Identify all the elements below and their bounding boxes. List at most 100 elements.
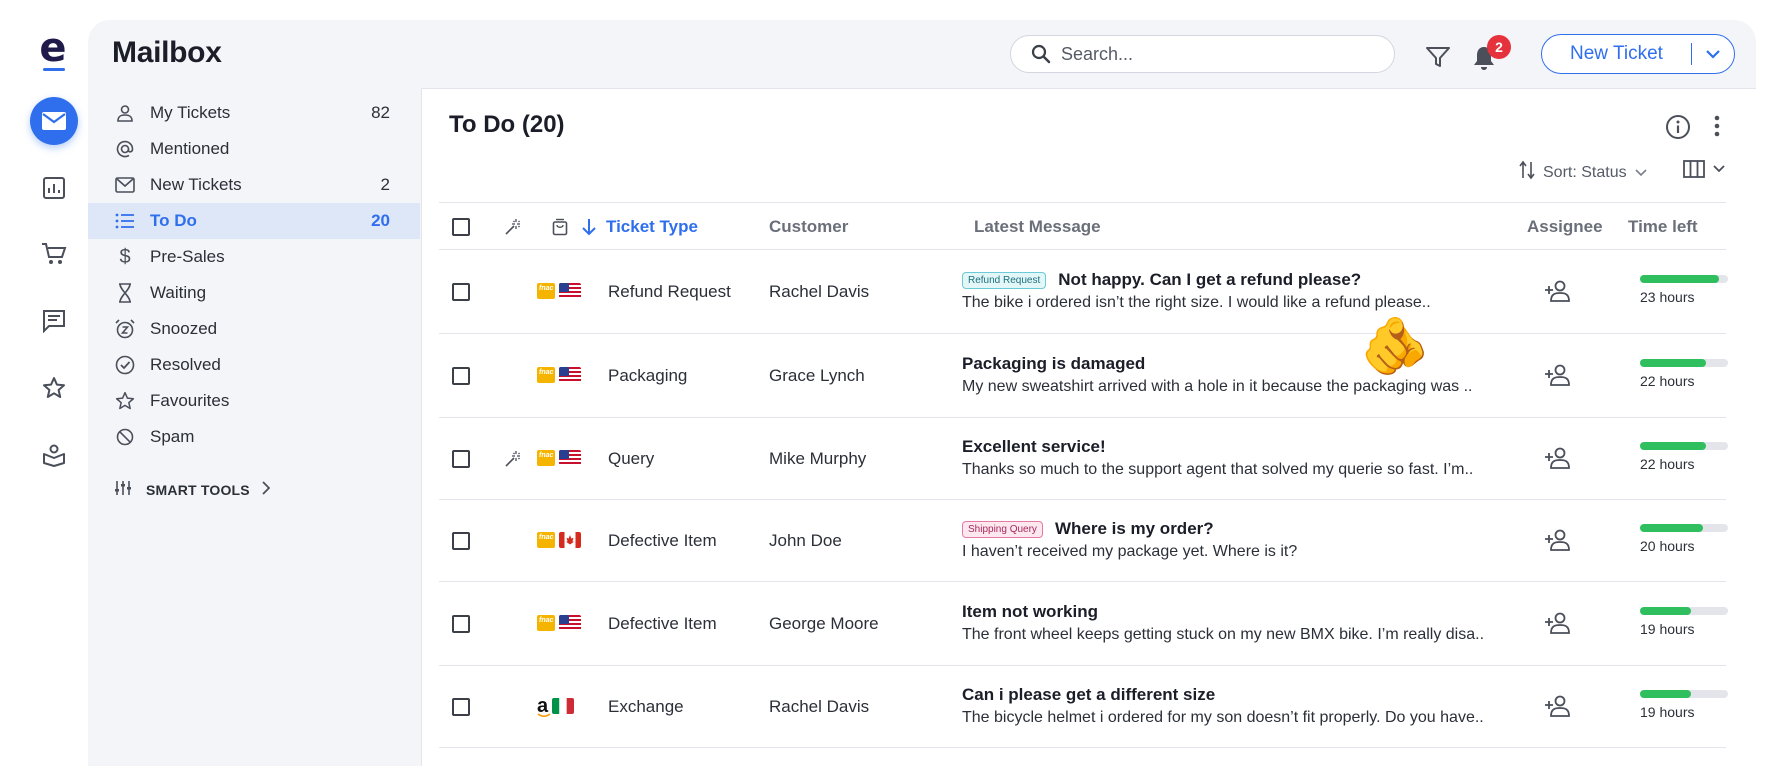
search-box[interactable] — [1010, 35, 1395, 73]
ai-column-header[interactable] — [504, 203, 522, 251]
row-checkbox[interactable] — [452, 532, 470, 550]
new-ticket-dropdown-button[interactable] — [1692, 49, 1734, 59]
page-title: Mailbox — [112, 36, 222, 69]
time-left-cell: 19 hours — [1640, 607, 1728, 637]
table-row[interactable]: fnac Refund Request Rachel Davis Refund Req… — [439, 250, 1728, 334]
ai-suggestion-indicator[interactable] — [504, 450, 522, 468]
message-snippet: Thanks so much to the support agent that… — [962, 461, 1474, 478]
ticket-type-column-header[interactable]: Ticket Type — [582, 203, 698, 251]
nav-item-count: 82 — [371, 103, 390, 122]
nav-item-to-do[interactable]: To Do 20 — [88, 203, 420, 239]
more-options-button[interactable] — [1713, 114, 1721, 143]
sort-arrows-icon — [1519, 160, 1535, 185]
assign-user-button[interactable] — [1544, 446, 1572, 470]
nav-item-label: To Do — [150, 211, 197, 230]
nav-item-spam[interactable]: Spam — [88, 419, 420, 455]
customer-column-header[interactable]: Customer — [769, 203, 848, 251]
checkbox-box — [452, 450, 470, 468]
assignee-column-header[interactable]: Assignee — [1527, 203, 1603, 251]
message-subject: Where is my order? — [1054, 519, 1214, 538]
new-ticket-button[interactable]: New Ticket — [1542, 43, 1691, 65]
time-left-progress-fill — [1640, 359, 1706, 367]
latest-message-cell[interactable]: Refund Request Not happy. Can I get a ref… — [962, 268, 1452, 312]
nav-item-pre-sales[interactable]: $ Pre-Sales — [88, 239, 420, 275]
cart-icon — [42, 243, 67, 264]
table-row[interactable]: a Exchange Rachel Davis Can i please get a … — [439, 666, 1728, 748]
message-snippet: The front wheel keeps getting stuck on m… — [962, 626, 1485, 643]
rail-mailbox-button[interactable] — [30, 97, 78, 145]
chevron-right-icon — [262, 481, 271, 498]
nav-item-waiting[interactable]: Waiting — [88, 275, 420, 311]
time-left-progress-fill — [1640, 442, 1706, 450]
time-left-column-header[interactable]: Time left — [1628, 203, 1698, 251]
nav-item-new-tickets[interactable]: New Tickets 2 — [88, 167, 420, 203]
envelope-icon — [42, 112, 66, 130]
table-row[interactable]: fnac Defective Item John Doe Shipping Query… — [439, 500, 1728, 582]
filter-button[interactable] — [1425, 44, 1451, 70]
row-checkbox[interactable] — [452, 615, 470, 633]
rail-reports-button[interactable] — [30, 164, 78, 212]
rail-knowledge-button[interactable] — [30, 431, 78, 479]
rail-chat-button[interactable] — [30, 297, 78, 345]
smart-tools-button[interactable]: SMART TOOLS — [114, 480, 271, 499]
app-root: e Mailbox 2 New Ticket — [0, 0, 1768, 766]
table-row[interactable]: fnac Packaging Grace Lynch Packaging is dam… — [439, 334, 1728, 418]
star-icon — [114, 390, 136, 412]
row-checkbox[interactable] — [452, 283, 470, 301]
latest-message-cell[interactable]: Shipping Query Where is my order? I haven’… — [962, 517, 1452, 561]
check-circle-icon — [114, 354, 136, 376]
info-button[interactable] — [1665, 114, 1691, 145]
latest-message-column-header[interactable]: Latest Message — [974, 203, 1101, 251]
assign-user-button[interactable] — [1544, 694, 1572, 718]
time-left-progress-bar — [1640, 442, 1728, 450]
rail-orders-button[interactable] — [30, 230, 78, 278]
block-icon — [114, 426, 136, 448]
nav-item-my-tickets[interactable]: My Tickets 82 — [88, 95, 420, 131]
store-column-header[interactable] — [552, 203, 568, 251]
latest-message-cell[interactable]: Item not working The front wheel keeps ge… — [962, 600, 1485, 644]
ticket-type-header-label: Ticket Type — [606, 217, 698, 236]
new-ticket-split-button[interactable]: New Ticket — [1541, 34, 1735, 74]
checkbox-box — [452, 532, 470, 550]
add-user-icon — [1545, 447, 1570, 469]
table-header: Ticket Type Customer Latest Message Assi… — [439, 202, 1726, 250]
table-row[interactable]: fnac Query Mike Murphy Excellent service! Th… — [439, 418, 1728, 500]
envelope-icon — [114, 174, 136, 196]
table-row[interactable]: fnac Defective Item George Moore Item not w… — [439, 582, 1728, 666]
store-and-country: fnac — [537, 532, 581, 548]
ticket-type-cell: Packaging — [608, 366, 688, 385]
nav-item-resolved[interactable]: Resolved — [88, 347, 420, 383]
us-flag-icon — [559, 283, 581, 299]
columns-icon — [1683, 160, 1705, 178]
chevron-down-icon — [1713, 160, 1725, 178]
sort-label: Sort: Status — [1543, 163, 1627, 181]
customer-header-label: Customer — [769, 217, 849, 236]
row-checkbox[interactable] — [452, 698, 470, 716]
row-checkbox[interactable] — [452, 367, 470, 385]
latest-message-cell[interactable]: Can i please get a different size The bic… — [962, 683, 1484, 727]
column-settings-button[interactable] — [1683, 160, 1725, 178]
rail-favourites-button[interactable] — [30, 364, 78, 412]
assign-user-button[interactable] — [1544, 611, 1572, 635]
sort-dropdown[interactable]: Sort: Status — [1519, 160, 1647, 185]
assign-user-button[interactable] — [1544, 528, 1572, 552]
search-icon — [1031, 44, 1051, 64]
ca-flag-icon — [559, 532, 581, 548]
row-checkbox[interactable] — [452, 450, 470, 468]
message-snippet: The bike i ordered isn’t the right size.… — [962, 294, 1431, 311]
assign-user-button[interactable] — [1544, 279, 1572, 303]
nav-item-mentioned[interactable]: Mentioned — [88, 131, 420, 167]
search-input[interactable] — [1061, 43, 1381, 65]
select-all-checkbox[interactable] — [452, 203, 470, 251]
assign-user-button[interactable] — [1544, 363, 1572, 387]
notification-badge: 2 — [1487, 35, 1511, 59]
message-subject: Excellent service! — [962, 437, 1106, 456]
store-and-country: fnac — [537, 283, 581, 299]
nav-item-snoozed[interactable]: Snoozed — [88, 311, 420, 347]
store-and-country: fnac — [537, 450, 581, 466]
nav-item-favourites[interactable]: Favourites — [88, 383, 420, 419]
shopping-bag-icon — [552, 218, 568, 236]
time-left-progress-bar — [1640, 275, 1728, 283]
time-left-progress-bar — [1640, 607, 1728, 615]
latest-message-cell[interactable]: Excellent service! Thanks so much to the … — [962, 435, 1474, 479]
